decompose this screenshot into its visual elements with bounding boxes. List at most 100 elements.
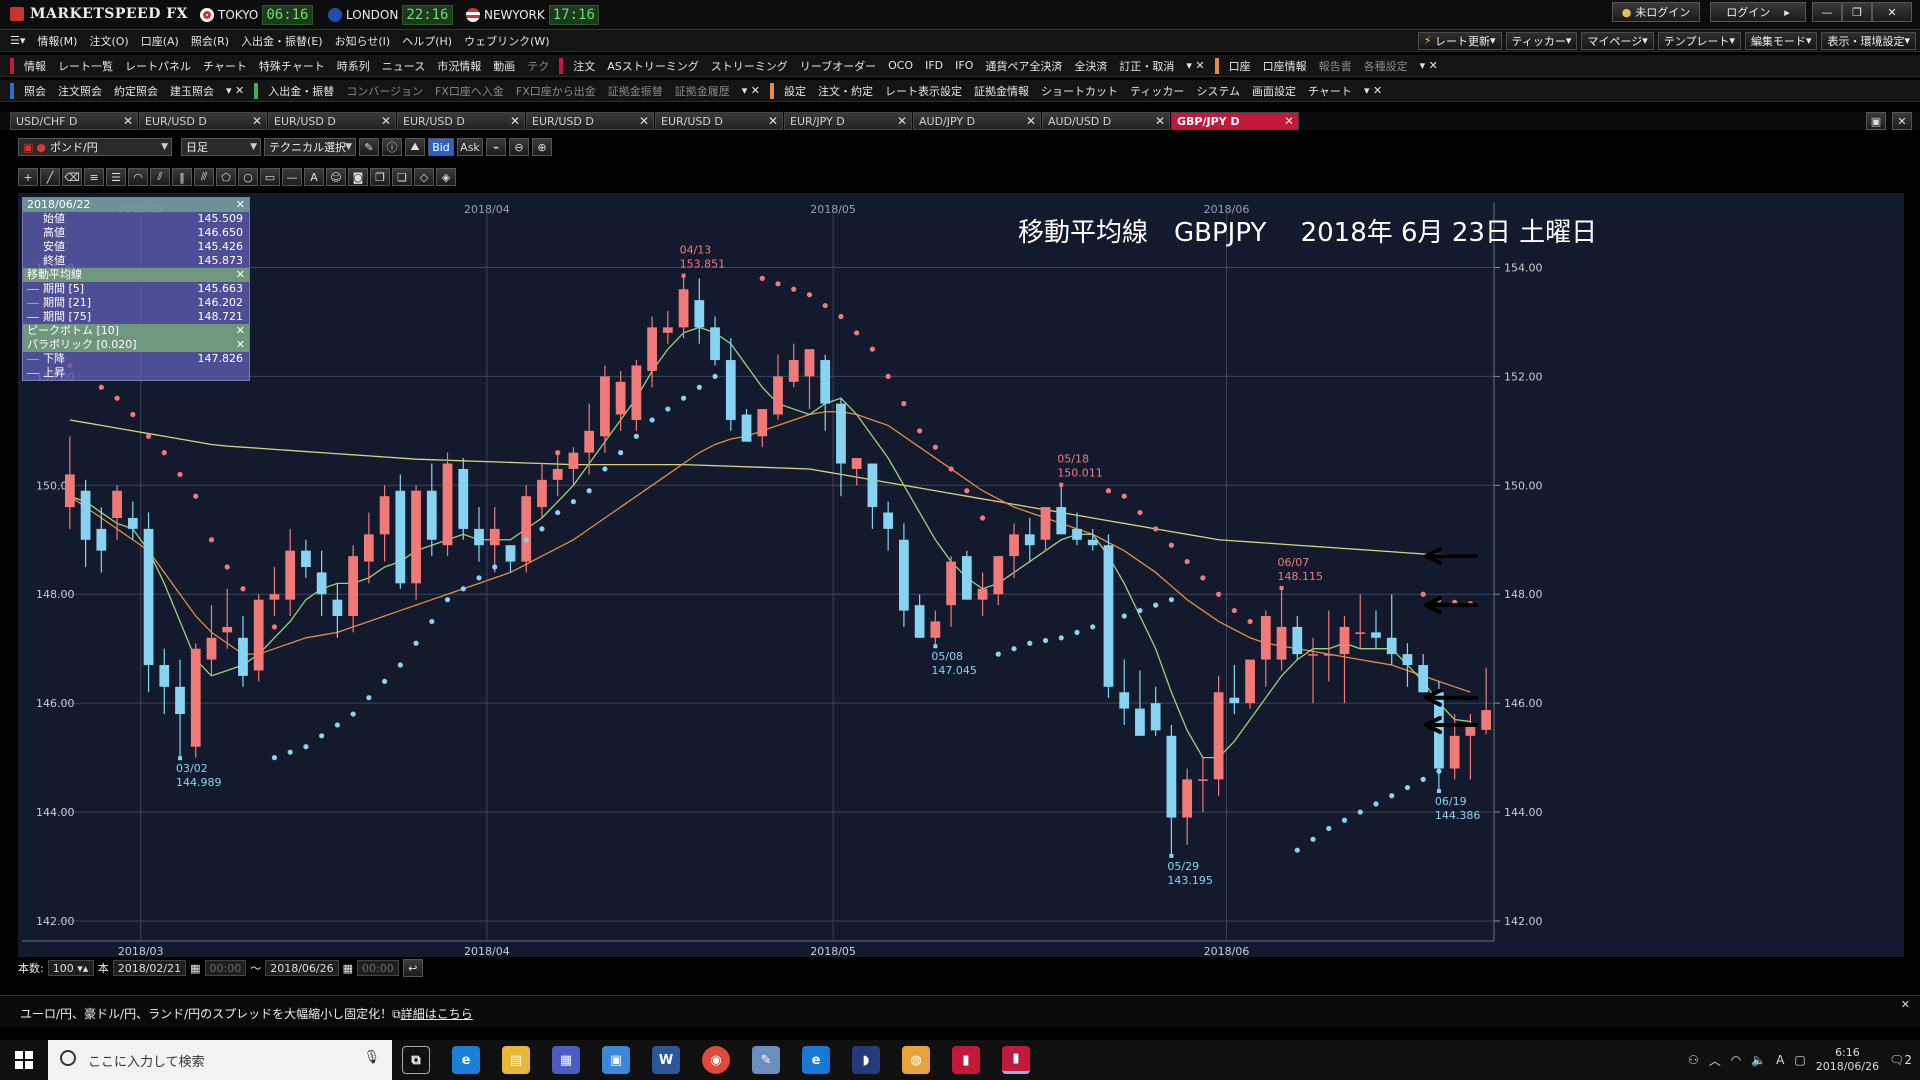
- ask-button[interactable]: Ask: [457, 138, 483, 156]
- calendar-icon[interactable]: ▦: [190, 962, 200, 975]
- technical-select[interactable]: テクニカル選択 ▼: [264, 138, 356, 156]
- menu-item[interactable]: ウェブリンク(W): [458, 33, 555, 49]
- to-date-field[interactable]: 2018/06/26: [265, 960, 339, 976]
- toolbar-item[interactable]: 市況情報: [431, 58, 487, 74]
- taskbar-search[interactable]: ここに入力して検索 🎙: [48, 1040, 392, 1080]
- toolbar-item[interactable]: 通貨ペア全決済: [979, 58, 1068, 74]
- dropdown-icon[interactable]: ▾ ✕: [1180, 59, 1210, 72]
- toolbar-item[interactable]: リーブオーダー: [794, 58, 882, 74]
- toolbar-item[interactable]: 動画: [487, 58, 521, 74]
- news-link[interactable]: 詳細はこちら: [401, 1007, 473, 1021]
- toolbar-item[interactable]: チャート: [197, 58, 253, 74]
- network-icon[interactable]: ◠: [1731, 1053, 1741, 1067]
- toolbar-item[interactable]: コンバージョン: [340, 83, 429, 99]
- count-select[interactable]: 100 ▾▴: [47, 960, 94, 976]
- toolbar-item[interactable]: 全決済: [1068, 58, 1113, 74]
- close-icon[interactable]: ✕: [381, 114, 391, 128]
- copy-icon[interactable]: ❐: [370, 168, 390, 186]
- internet-explorer-icon[interactable]: e: [452, 1046, 480, 1074]
- close-icon[interactable]: ✕: [1026, 114, 1036, 128]
- ticker-button[interactable]: ティッカー ▾: [1505, 31, 1578, 50]
- tab-eur-usd[interactable]: EUR/USD D ✕: [655, 112, 783, 130]
- toolbar-item[interactable]: 画面設定: [1246, 83, 1302, 99]
- chrome-icon[interactable]: ◉: [702, 1046, 730, 1074]
- menu-item[interactable]: お知らせ(I): [329, 33, 397, 49]
- mypage-button[interactable]: マイページ ▾: [1581, 31, 1654, 50]
- display-settings-button[interactable]: 表示・環境設定 ▾: [1821, 31, 1916, 50]
- rate-refresh-button[interactable]: ⚡ レート更新 ▾: [1417, 31, 1502, 50]
- file-explorer-icon[interactable]: ▤: [502, 1046, 530, 1074]
- menu-item[interactable]: 口座(A): [135, 33, 185, 49]
- close-chart-button[interactable]: ✕: [1892, 112, 1912, 130]
- trendline-icon[interactable]: ╱: [40, 168, 60, 186]
- toolbar-item[interactable]: システム: [1190, 83, 1246, 99]
- ime-icon[interactable]: A: [1776, 1053, 1784, 1067]
- restore-button[interactable]: ❐: [1842, 2, 1872, 22]
- minimize-button[interactable]: —: [1812, 2, 1842, 22]
- tab-usd-chf[interactable]: USD/CHF D ✕: [10, 112, 138, 130]
- line-icon[interactable]: —: [282, 168, 302, 186]
- marketspeed-icon[interactable]: ▮: [952, 1046, 980, 1074]
- crosshair-icon[interactable]: +: [18, 168, 38, 186]
- to-time-field[interactable]: 00:00: [357, 960, 399, 976]
- dropdown-icon[interactable]: ▾ ✕: [1358, 84, 1388, 97]
- paste-icon[interactable]: ❏: [392, 168, 412, 186]
- circle-icon[interactable]: ○: [238, 168, 258, 186]
- section-account[interactable]: 口座: [1223, 58, 1257, 74]
- maximize-chart-button[interactable]: ▣: [1866, 112, 1886, 130]
- arc-icon[interactable]: ◠: [128, 168, 148, 186]
- dropdown-icon[interactable]: ▾ ✕: [736, 84, 766, 97]
- line-chart-icon[interactable]: ⌁: [486, 138, 506, 156]
- taskbar-clock[interactable]: 6:16 2018/06/26: [1816, 1046, 1879, 1074]
- paint-icon[interactable]: ✎: [752, 1046, 780, 1074]
- toolbar-item[interactable]: 時系列: [331, 58, 376, 74]
- toolbar-item[interactable]: 口座情報: [1257, 58, 1313, 74]
- menu-item[interactable]: 入出金・振替(E): [235, 33, 329, 49]
- toolbar-item[interactable]: 約定照会: [108, 83, 164, 99]
- section-info[interactable]: 情報: [18, 58, 52, 74]
- toolbar-item[interactable]: ティッカー: [1124, 83, 1190, 99]
- window-app-icon[interactable]: ▣: [602, 1046, 630, 1074]
- vline-icon[interactable]: ‖: [172, 168, 192, 186]
- menu-item[interactable]: ヘルプ(H): [396, 33, 458, 49]
- camera-icon[interactable]: ◙: [348, 168, 368, 186]
- toolbar-item[interactable]: FX口座から出金: [510, 83, 602, 99]
- close-icon[interactable]: ✕: [252, 114, 262, 128]
- toolbar-item[interactable]: ニュース: [376, 58, 431, 74]
- from-date-field[interactable]: 2018/02/21: [112, 960, 187, 976]
- toolbar-item[interactable]: IFD: [919, 59, 949, 72]
- dropdown-icon[interactable]: ▾ ✕: [220, 84, 250, 97]
- timeframe-select[interactable]: 日足 ▼: [181, 138, 261, 156]
- toolbar-item[interactable]: レート一覧: [52, 58, 119, 74]
- zoom-out-icon[interactable]: ⊖: [509, 138, 529, 156]
- pen-icon[interactable]: ✎: [359, 138, 379, 156]
- currency-pair-select[interactable]: ▣ ● ポンド/円 ▼: [18, 138, 172, 156]
- tab-aud-jpy[interactable]: AUD/JPY D ✕: [913, 112, 1041, 130]
- toolbar-item[interactable]: レートパネル: [119, 58, 197, 74]
- close-icon[interactable]: ✕: [768, 114, 778, 128]
- toolbar-item[interactable]: 特殊チャート: [253, 58, 331, 74]
- toolbar-item[interactable]: テク: [521, 58, 555, 74]
- from-time-field[interactable]: 00:00: [204, 960, 247, 976]
- tab-aud-usd[interactable]: AUD/USD D ✕: [1042, 112, 1170, 130]
- tab-eur-usd[interactable]: EUR/USD D ✕: [139, 112, 267, 130]
- close-icon[interactable]: ✕: [1284, 114, 1294, 128]
- hline-icon[interactable]: ≡: [84, 168, 104, 186]
- pitchfork-icon[interactable]: ⫻: [194, 168, 214, 186]
- close-icon[interactable]: ✕: [639, 114, 649, 128]
- edit-mode-button[interactable]: 編集モード ▾: [1744, 31, 1818, 50]
- word-icon[interactable]: W: [652, 1046, 680, 1074]
- toolbar-item[interactable]: 証拠金振替: [602, 83, 669, 99]
- close-icon[interactable]: ✕: [236, 338, 245, 352]
- notification-icon[interactable]: 🗨2: [1889, 1053, 1912, 1067]
- action-icon[interactable]: ▢: [1794, 1053, 1805, 1067]
- section-settings[interactable]: 設定: [778, 83, 812, 99]
- tab-gbp-jpy[interactable]: GBP/JPY D ✕: [1171, 112, 1299, 130]
- toolbar-item[interactable]: レート表示設定: [879, 83, 968, 99]
- text-icon[interactable]: A: [304, 168, 324, 186]
- menu-item[interactable]: 注文(O): [83, 33, 134, 49]
- rectangle-icon[interactable]: ▭: [260, 168, 280, 186]
- toolbar-item[interactable]: 証拠金情報: [968, 83, 1035, 99]
- menu-item[interactable]: 情報(M): [31, 33, 83, 49]
- login-button[interactable]: ログイン ▸: [1710, 2, 1806, 22]
